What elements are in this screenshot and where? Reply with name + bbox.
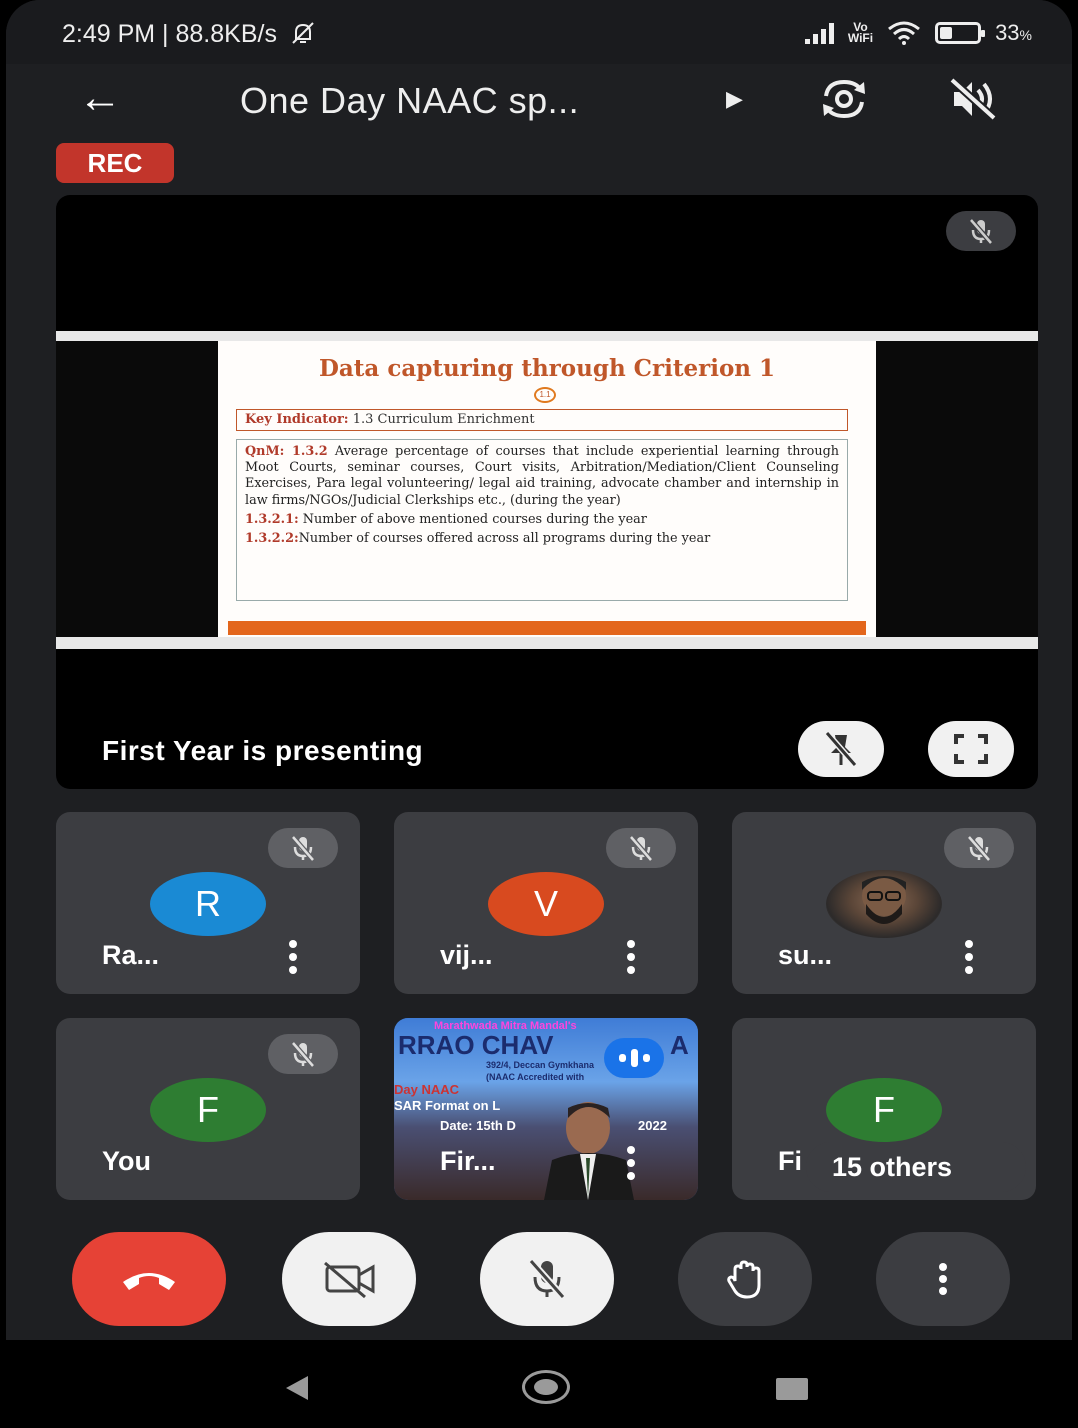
end-call-button[interactable] bbox=[72, 1232, 226, 1326]
mic-off-icon bbox=[528, 1258, 566, 1300]
banner-line5: Day NAAC bbox=[394, 1082, 460, 1097]
battery-icon bbox=[935, 22, 986, 44]
slide-number: 1.1 bbox=[534, 387, 556, 403]
pin-off-icon bbox=[824, 731, 858, 767]
phone-hangup-icon bbox=[123, 1273, 175, 1290]
banner-line2-end: A bbox=[670, 1030, 689, 1060]
participant-name: You bbox=[102, 1146, 151, 1176]
banner-line4: (NAAC Accredited with bbox=[486, 1072, 585, 1082]
others-count-chip[interactable]: 15 others bbox=[806, 1142, 1026, 1192]
slide-right-border bbox=[876, 341, 1038, 637]
fullscreen-icon bbox=[954, 734, 988, 764]
profile-photo-avatar bbox=[826, 870, 942, 938]
phone-screen: 2:49 PM | 88.8KB/s Vo WiFi 33% ← One Day … bbox=[6, 0, 1072, 1428]
status-left: 2:49 PM | 88.8KB/s bbox=[62, 20, 316, 49]
avatar: V bbox=[488, 872, 604, 936]
mic-off-icon bbox=[946, 211, 1016, 251]
meeting-title[interactable]: One Day NAAC sp... bbox=[240, 80, 579, 122]
mic-off-icon bbox=[268, 1034, 338, 1074]
participant-name: Ra... bbox=[102, 940, 160, 970]
rec-badge: REC bbox=[56, 143, 174, 183]
speaker-video-person bbox=[544, 1102, 634, 1200]
shared-screen: Data capturing through Criterion 1 1.1 K… bbox=[56, 331, 1038, 649]
key-indicator: Key Indicator: 1.3 Curriculum Enrichment bbox=[236, 409, 848, 431]
camera-toggle-button[interactable] bbox=[282, 1232, 416, 1326]
participant-name: Fi bbox=[778, 1146, 802, 1176]
notifications-muted-icon bbox=[292, 22, 314, 44]
nav-recents-icon[interactable] bbox=[776, 1378, 808, 1400]
battery-percent: 33% bbox=[995, 20, 1032, 45]
camera-switch-icon[interactable] bbox=[814, 76, 874, 122]
caret-right-icon[interactable]: ▶ bbox=[726, 86, 743, 112]
more-vertical-icon[interactable] bbox=[286, 940, 300, 974]
presenting-label: First Year is presenting bbox=[102, 735, 424, 766]
slide-footer bbox=[228, 621, 866, 635]
signal-icon bbox=[804, 22, 834, 44]
camera-off-icon bbox=[324, 1261, 375, 1299]
arrow-left-icon[interactable]: ← bbox=[78, 76, 122, 120]
status-bar: 2:49 PM | 88.8KB/s Vo WiFi 33% bbox=[6, 0, 1072, 64]
banner-line2: RRAO CHAV bbox=[398, 1030, 554, 1060]
avatar: R bbox=[150, 872, 266, 936]
participant-tile-self[interactable]: F You bbox=[56, 1018, 360, 1200]
banner-line7-end: 2022 bbox=[638, 1118, 667, 1133]
participant-name: vij... bbox=[440, 940, 493, 970]
system-nav-bar bbox=[6, 1340, 1072, 1428]
speaking-indicator-icon bbox=[604, 1038, 664, 1078]
item2-text: Number of courses offered across all pro… bbox=[298, 531, 711, 547]
mic-toggle-button[interactable] bbox=[480, 1232, 614, 1326]
mic-off-icon bbox=[944, 828, 1014, 868]
unpin-button[interactable] bbox=[798, 721, 884, 777]
shared-window-titlebar bbox=[56, 331, 1038, 341]
item2-label: 1.3.2.2: bbox=[245, 531, 299, 547]
shared-window-taskbar bbox=[56, 637, 1038, 649]
raise-hand-button[interactable] bbox=[678, 1232, 812, 1326]
vowifi-label: Vo WiFi bbox=[847, 20, 874, 45]
meeting-app-bar: ← One Day NAAC sp... ▶ bbox=[6, 64, 1072, 134]
avatar: F bbox=[150, 1078, 266, 1142]
slide: Data capturing through Criterion 1 1.1 K… bbox=[218, 341, 876, 637]
banner-line6: SAR Format on L bbox=[394, 1098, 501, 1113]
more-vertical-icon[interactable] bbox=[624, 1146, 638, 1180]
raise-hand-icon bbox=[727, 1260, 761, 1299]
participant-tile[interactable]: V vij... bbox=[394, 812, 698, 994]
mic-off-icon bbox=[268, 828, 338, 868]
banner-line7: Date: 15th D bbox=[440, 1118, 516, 1133]
item1-label: 1.3.2.1: bbox=[245, 511, 299, 527]
item1-text: Number of above mentioned courses during… bbox=[302, 511, 647, 527]
participant-video-tile[interactable]: Marathwada Mitra Mandal's RRAO CHAV A 39… bbox=[394, 1018, 698, 1200]
qnm-box: QnM: 1.3.2 Average percentage of courses… bbox=[236, 439, 848, 601]
status-right: Vo WiFi 33% bbox=[804, 20, 1032, 46]
wifi-icon bbox=[888, 21, 920, 45]
participant-tile[interactable]: su... bbox=[732, 812, 1036, 994]
key-indicator-label: Key Indicator: bbox=[245, 412, 349, 427]
more-vertical-icon bbox=[939, 1263, 947, 1295]
time-and-speed: 2:49 PM | 88.8KB/s bbox=[62, 20, 277, 48]
banner-line3: 392/4, Deccan Gymkhana bbox=[486, 1060, 595, 1070]
avatar: F bbox=[826, 1078, 942, 1142]
presentation-stage[interactable]: Data capturing through Criterion 1 1.1 K… bbox=[56, 195, 1038, 789]
participant-tile[interactable]: R Ra... bbox=[56, 812, 360, 994]
fullscreen-button[interactable] bbox=[928, 721, 1014, 777]
speaker-off-icon[interactable] bbox=[944, 76, 1004, 122]
slide-left-border bbox=[56, 341, 218, 637]
more-vertical-icon[interactable] bbox=[624, 940, 638, 974]
nav-home-icon[interactable] bbox=[522, 1370, 570, 1404]
qnm-label: QnM: 1.3.2 bbox=[245, 444, 328, 459]
key-indicator-text: 1.3 Curriculum Enrichment bbox=[352, 412, 535, 427]
participant-name: Fir... bbox=[440, 1146, 496, 1176]
mic-off-icon bbox=[606, 828, 676, 868]
slide-title: Data capturing through Criterion 1 bbox=[318, 355, 776, 382]
qnm-text: Average percentage of courses that inclu… bbox=[245, 444, 839, 508]
nav-back-icon[interactable] bbox=[286, 1376, 308, 1400]
participant-name: su... bbox=[778, 940, 833, 970]
more-vertical-icon[interactable] bbox=[962, 940, 976, 974]
more-options-button[interactable] bbox=[876, 1232, 1010, 1326]
